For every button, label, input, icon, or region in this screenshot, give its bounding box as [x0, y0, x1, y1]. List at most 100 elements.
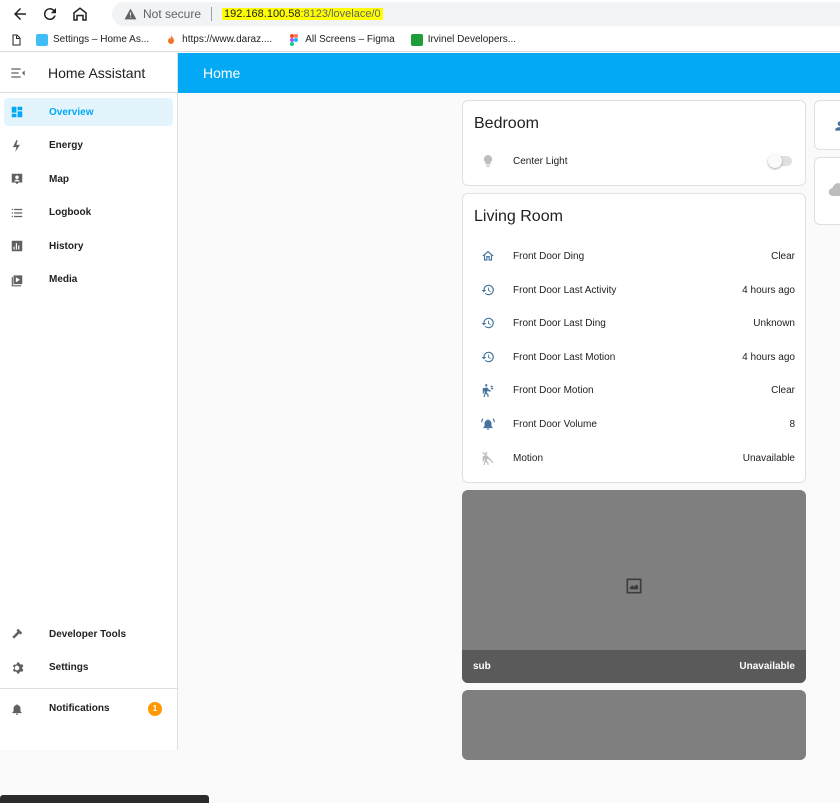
menu-collapse-icon: [11, 67, 25, 78]
entity-row-front-door-motion[interactable]: Front Door Motion Clear: [463, 380, 807, 400]
entity-state: Unknown: [753, 317, 795, 329]
cloud-icon: [828, 183, 840, 197]
entity-state: Clear: [771, 384, 795, 396]
dashboard-icon: [4, 105, 30, 119]
sidebar-item-label: Developer Tools: [49, 628, 127, 640]
sidebar-item-label: History: [49, 240, 84, 252]
bookmark-label: https://www.daraz....: [182, 34, 273, 45]
history-icon: [479, 283, 497, 297]
picture-card-footer: sub Unavailable: [462, 650, 806, 683]
center-light-toggle[interactable]: [768, 154, 792, 168]
sidebar-item-label: Settings: [49, 662, 89, 674]
sidebar-item-history[interactable]: History: [4, 232, 173, 260]
browser-toolbar: Not secure 192.168.100.58:8123/lovelace/…: [0, 0, 840, 28]
bookmark-settings[interactable]: Settings – Home As...: [36, 33, 150, 46]
bell-icon: [4, 702, 30, 716]
document-icon: [12, 34, 21, 45]
bookmark-figma[interactable]: All Screens – Figma: [288, 33, 395, 46]
chart-icon: [4, 239, 30, 253]
omnibox-separator: [211, 7, 213, 21]
motion-icon: [479, 383, 497, 397]
sidebar-item-label: Notifications: [49, 703, 110, 715]
entity-row-motion[interactable]: Motion Unavailable: [463, 448, 807, 468]
home-assistant-favicon-icon: [36, 33, 48, 46]
bulb-icon: [479, 154, 497, 168]
history-icon: [479, 316, 497, 330]
bookmark-label: All Screens – Figma: [305, 34, 395, 45]
person-card[interactable]: [814, 100, 840, 150]
image-off-icon: [626, 578, 642, 594]
reload-icon: [43, 8, 56, 21]
home-outline-icon: [73, 7, 87, 21]
entity-row-center-light[interactable]: Center Light: [463, 151, 807, 171]
entity-row-front-door-last-motion[interactable]: Front Door Last Motion 4 hours ago: [463, 347, 807, 367]
map-icon: [4, 172, 30, 186]
sidebar-item-energy[interactable]: Energy: [4, 132, 173, 160]
account-icon: [835, 121, 840, 131]
home-button[interactable]: [65, 0, 95, 28]
gear-icon: [4, 661, 30, 675]
bookmarks-bar: Settings – Home As... https://www.daraz.…: [0, 28, 840, 52]
entity-state: Unavailable: [742, 452, 795, 464]
sidebar-item-map[interactable]: Map: [4, 165, 173, 193]
bookmark-page-icon[interactable]: [10, 34, 22, 46]
sidebar-item-notifications[interactable]: Notifications 1: [4, 695, 174, 723]
entity-state: Clear: [771, 250, 795, 262]
menu-toggle-button[interactable]: [0, 66, 36, 80]
url-host: 192.168.100.58: [224, 8, 301, 20]
sidebar-item-label: Overview: [49, 106, 94, 118]
entity-state: 8: [789, 418, 795, 430]
motion-off-icon: [479, 451, 497, 465]
app-title: Home Assistant: [48, 64, 146, 81]
chat-favicon-icon: [410, 33, 423, 46]
picture-entity-name: sub: [473, 661, 491, 672]
sidebar-item-label: Media: [49, 274, 78, 286]
living-room-card: Living Room Front Door Ding Clear Front …: [462, 193, 806, 483]
sidebar-item-logbook[interactable]: Logbook: [4, 199, 173, 227]
history-icon: [479, 350, 497, 364]
entity-name: Front Door Ding: [513, 250, 585, 262]
card-title: Living Room: [474, 208, 563, 225]
entity-state: 4 hours ago: [742, 284, 795, 296]
security-label: Not secure: [143, 7, 202, 21]
bell-ring-icon: [479, 417, 497, 431]
entity-row-front-door-last-activity[interactable]: Front Door Last Activity 4 hours ago: [463, 280, 807, 300]
sidebar-nav: Overview Energy Map Logbook History Medi…: [0, 93, 177, 294]
entity-name: Front Door Last Ding: [513, 317, 606, 329]
bookmark-label: Irvinel Developers...: [427, 34, 517, 45]
entity-row-front-door-last-ding[interactable]: Front Door Last Ding Unknown: [463, 313, 807, 333]
url-text: 192.168.100.58:8123/lovelace/0: [222, 8, 383, 20]
notification-count-badge: 1: [148, 701, 162, 716]
entity-state: 4 hours ago: [742, 351, 795, 363]
bookmark-daraz[interactable]: https://www.daraz....: [165, 34, 272, 46]
reload-button[interactable]: [35, 0, 65, 28]
home-icon: [479, 249, 497, 263]
sidebar-item-label: Energy: [49, 140, 83, 152]
media-icon: [4, 273, 30, 287]
weather-card[interactable]: [814, 157, 840, 225]
entity-row-front-door-ding[interactable]: Front Door Ding Clear: [463, 246, 807, 266]
bookmark-irvinel[interactable]: Irvinel Developers...: [410, 33, 517, 46]
sidebar-item-overview[interactable]: Overview: [4, 98, 173, 126]
sidebar-bottom: Developer Tools Settings Notifications 1: [0, 620, 178, 728]
picture-entity-card[interactable]: sub Unavailable: [462, 490, 806, 683]
address-bar[interactable]: Not secure 192.168.100.58:8123/lovelace/…: [112, 2, 840, 26]
sidebar-item-label: Map: [49, 173, 69, 185]
sidebar-header: Home Assistant: [0, 53, 177, 93]
sidebar-item-media[interactable]: Media: [4, 266, 173, 294]
list-icon: [4, 206, 30, 220]
tooltip-overlay: [0, 795, 209, 803]
back-button[interactable]: [5, 0, 35, 28]
hammer-icon: [4, 627, 30, 641]
entity-name: Center Light: [513, 155, 568, 167]
bookmark-label: Settings – Home As...: [53, 34, 150, 45]
dashboard: Bedroom Center Light Living Room Front D…: [178, 93, 840, 760]
entity-row-front-door-volume[interactable]: Front Door Volume 8: [463, 414, 807, 434]
sidebar-item-developer-tools[interactable]: Developer Tools: [4, 620, 174, 648]
sidebar: Home Assistant Overview Energy Map Logbo…: [0, 53, 209, 803]
security-indicator[interactable]: Not secure: [124, 7, 201, 21]
sidebar-item-settings[interactable]: Settings: [4, 654, 174, 682]
entity-name: Front Door Volume: [513, 418, 597, 430]
bedroom-card: Bedroom Center Light: [462, 100, 806, 186]
app-toolbar: Home: [178, 53, 840, 93]
